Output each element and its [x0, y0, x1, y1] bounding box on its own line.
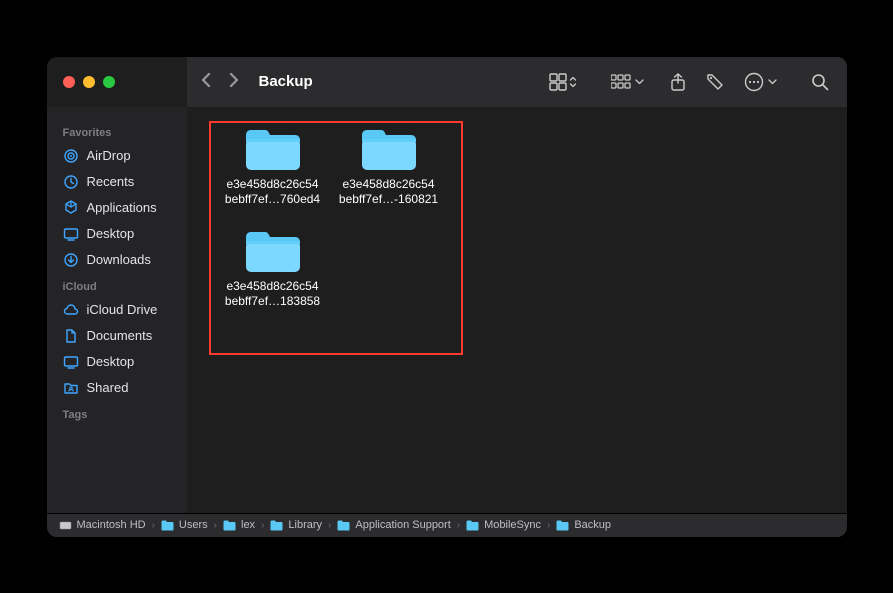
up-down-chevron-icon	[569, 75, 577, 89]
folder-item[interactable]: e3e458d8c26c54bebff7ef…-160821	[333, 127, 445, 207]
sidebar-item-icloud-drive[interactable]: iCloud Drive	[47, 297, 187, 323]
back-button[interactable]	[201, 72, 211, 92]
chevron-down-icon	[768, 79, 777, 85]
tags-button[interactable]	[702, 69, 728, 95]
sidebar-item-label: Recents	[87, 174, 135, 189]
folder-icon	[161, 520, 174, 531]
body: Favorites AirDrop Recents Applications Deskt…	[47, 107, 847, 513]
sidebar-section-header: Favorites	[47, 119, 187, 143]
sidebar-item-label: Downloads	[87, 252, 151, 267]
folder-icon	[466, 520, 479, 531]
window-controls	[47, 57, 187, 107]
clock-icon	[63, 174, 79, 190]
folder-name: e3e458d8c26c54bebff7ef…760ed4	[225, 177, 320, 207]
minimize-window-button[interactable]	[83, 76, 95, 88]
finder-window: Backup	[47, 57, 847, 537]
view-mode-button[interactable]	[545, 69, 581, 95]
sidebar-item-documents[interactable]: Documents	[47, 323, 187, 349]
sidebar-item-desktop[interactable]: Desktop	[47, 349, 187, 375]
path-segment[interactable]: Application Support	[337, 519, 450, 531]
share-button[interactable]	[666, 69, 690, 95]
path-segment[interactable]: Users	[161, 519, 208, 531]
path-segment-label: Users	[179, 519, 208, 531]
folder-icon	[556, 520, 569, 531]
path-segment[interactable]: lex	[223, 519, 255, 531]
path-segment-label: Application Support	[355, 519, 450, 531]
sidebar-item-airdrop[interactable]: AirDrop	[47, 143, 187, 169]
path-segment-label: Library	[288, 519, 322, 531]
sidebar-item-desktop[interactable]: Desktop	[47, 221, 187, 247]
tag-icon	[706, 73, 724, 91]
grid-icon	[549, 73, 567, 91]
disk-icon	[59, 519, 72, 532]
path-separator: ›	[328, 520, 331, 531]
folder-name: e3e458d8c26c54bebff7ef…-160821	[339, 177, 438, 207]
chevron-left-icon	[201, 72, 211, 88]
path-bar: Macintosh HD › Users › lex › Library › Applicati…	[47, 513, 847, 537]
folder-item[interactable]: e3e458d8c26c54bebff7ef…183858	[217, 229, 329, 309]
chevron-right-icon	[229, 72, 239, 88]
sidebar-item-shared[interactable]: Shared	[47, 375, 187, 401]
path-segment[interactable]: Macintosh HD	[59, 519, 146, 532]
path-segment-label: Backup	[574, 519, 611, 531]
folder-item[interactable]: e3e458d8c26c54bebff7ef…760ed4	[217, 127, 329, 207]
sidebar-item-label: Desktop	[87, 354, 135, 369]
folder-grid: e3e458d8c26c54bebff7ef…760ed4 e3e458d8c2…	[217, 127, 445, 309]
sidebar-item-label: Applications	[87, 200, 157, 215]
path-separator: ›	[261, 520, 264, 531]
path-separator: ›	[214, 520, 217, 531]
airdrop-icon	[63, 148, 79, 164]
folder-icon	[223, 520, 236, 531]
sidebar: Favorites AirDrop Recents Applications Deskt…	[47, 107, 187, 513]
path-separator: ›	[457, 520, 460, 531]
sidebar-item-applications[interactable]: Applications	[47, 195, 187, 221]
forward-button[interactable]	[229, 72, 239, 92]
group-by-button[interactable]	[607, 70, 648, 94]
sidebar-item-recents[interactable]: Recents	[47, 169, 187, 195]
folder-icon	[359, 127, 419, 173]
path-separator: ›	[547, 520, 550, 531]
icloud-icon	[63, 302, 79, 318]
sidebar-item-label: Shared	[87, 380, 129, 395]
close-window-button[interactable]	[63, 76, 75, 88]
path-segment[interactable]: Library	[270, 519, 322, 531]
path-separator: ›	[152, 520, 155, 531]
sidebar-item-label: Desktop	[87, 226, 135, 241]
path-segment-label: MobileSync	[484, 519, 541, 531]
window-title: Backup	[259, 73, 313, 90]
sidebar-item-label: Documents	[87, 328, 153, 343]
sidebar-item-downloads[interactable]: Downloads	[47, 247, 187, 273]
folder-icon	[243, 127, 303, 173]
zoom-window-button[interactable]	[103, 76, 115, 88]
share-icon	[670, 73, 686, 91]
path-segment-label: Macintosh HD	[77, 519, 146, 531]
search-icon	[811, 73, 829, 91]
folder-icon	[270, 520, 283, 531]
path-segment-label: lex	[241, 519, 255, 531]
content-area[interactable]: e3e458d8c26c54bebff7ef…760ed4 e3e458d8c2…	[187, 107, 847, 513]
shared-icon	[63, 380, 79, 396]
action-menu-button[interactable]	[740, 68, 781, 96]
downloads-icon	[63, 252, 79, 268]
folder-name: e3e458d8c26c54bebff7ef…183858	[225, 279, 320, 309]
desktop-icon	[63, 226, 79, 242]
toolbar: Backup	[47, 57, 847, 107]
folder-icon	[337, 520, 350, 531]
chevron-down-icon	[635, 79, 644, 85]
sidebar-item-label: AirDrop	[87, 148, 131, 163]
apps-icon	[63, 200, 79, 216]
toolbar-main: Backup	[187, 57, 847, 107]
documents-icon	[63, 328, 79, 344]
more-icon	[744, 72, 764, 92]
search-button[interactable]	[807, 69, 833, 95]
nav-arrows	[201, 72, 239, 92]
sidebar-section-header: iCloud	[47, 273, 187, 297]
path-segment[interactable]: MobileSync	[466, 519, 541, 531]
desktop-icon	[63, 354, 79, 370]
sidebar-item-label: iCloud Drive	[87, 302, 158, 317]
path-segment[interactable]: Backup	[556, 519, 611, 531]
folder-icon	[243, 229, 303, 275]
sidebar-section-header: Tags	[47, 401, 187, 425]
group-icon	[611, 74, 631, 90]
